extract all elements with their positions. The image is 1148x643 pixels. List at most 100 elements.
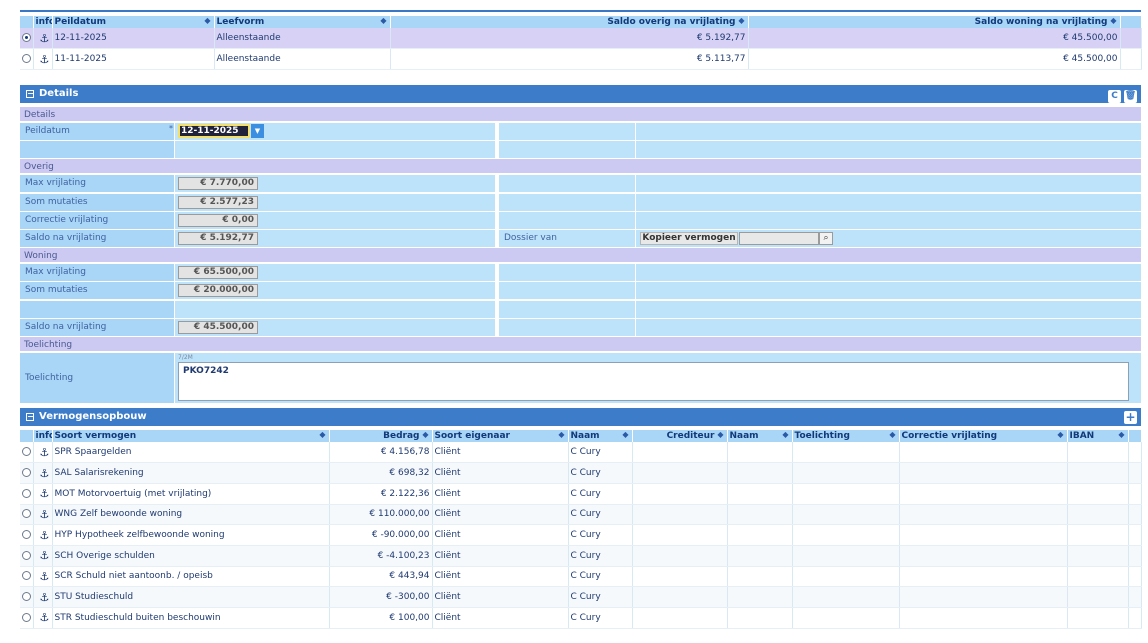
row-select-cell[interactable] bbox=[20, 586, 34, 608]
col-crediteur[interactable]: Crediteur ◆ bbox=[632, 430, 728, 442]
sort-icon[interactable]: ◆ bbox=[782, 430, 788, 439]
sort-icon[interactable]: ◆ bbox=[717, 430, 723, 439]
anchor-icon[interactable]: ⚓ bbox=[40, 446, 50, 459]
table-row[interactable]: ⚓ 11-11-2025 Alleenstaande € 5.113,77 € … bbox=[20, 48, 1142, 70]
row-select-cell[interactable] bbox=[20, 504, 34, 526]
spacer-cell bbox=[1128, 566, 1142, 588]
col-saldo-woning[interactable]: Saldo woning na vrijlating ◆ bbox=[748, 16, 1121, 28]
anchor-icon[interactable]: ⚓ bbox=[40, 32, 50, 45]
anchor-icon[interactable]: ⚓ bbox=[40, 529, 50, 542]
row-radio[interactable] bbox=[22, 550, 31, 560]
row-select-cell[interactable] bbox=[20, 442, 34, 464]
table-row[interactable]: ⚓ STR Studieschuld buiten beschouwin € 1… bbox=[20, 607, 1142, 629]
col-bedrag[interactable]: Bedrag ◆ bbox=[329, 430, 433, 442]
saldo-woning-cell: € 45.500,00 bbox=[748, 48, 1121, 70]
table-row[interactable]: ⚓ SCR Schuld niet aantoonb. / opeisb € 4… bbox=[20, 566, 1142, 588]
info-cell[interactable]: ⚓ bbox=[33, 48, 53, 70]
row-select-cell[interactable] bbox=[20, 462, 34, 484]
sort-icon[interactable]: ◆ bbox=[1057, 430, 1063, 439]
col-crediteur-naam[interactable]: Naam ◆ bbox=[727, 430, 793, 442]
row-select-cell[interactable] bbox=[20, 28, 34, 50]
info-cell[interactable]: ⚓ bbox=[33, 504, 53, 526]
info-cell[interactable]: ⚓ bbox=[33, 586, 53, 608]
collapse-icon[interactable]: − bbox=[26, 90, 34, 98]
info-cell[interactable]: ⚓ bbox=[33, 462, 53, 484]
table-row[interactable]: ⚓ 12-11-2025 Alleenstaande € 5.192,77 € … bbox=[20, 28, 1142, 50]
col-naam[interactable]: Naam ◆ bbox=[568, 430, 633, 442]
info-cell[interactable]: ⚓ bbox=[33, 524, 53, 546]
anchor-icon[interactable]: ⚓ bbox=[40, 570, 50, 583]
row-radio[interactable] bbox=[22, 447, 31, 457]
row-radio[interactable] bbox=[22, 571, 31, 581]
row-radio[interactable] bbox=[22, 488, 31, 498]
table-row[interactable]: ⚓ MOT Motorvoertuig (met vrijlating) € 2… bbox=[20, 483, 1142, 505]
info-cell[interactable]: ⚓ bbox=[33, 442, 53, 464]
row-radio[interactable] bbox=[22, 33, 31, 43]
dossier-search-input[interactable] bbox=[739, 231, 819, 245]
add-icon[interactable]: + bbox=[1124, 411, 1137, 424]
toelichting-textarea[interactable]: PKO7242 bbox=[178, 361, 1129, 401]
details-section-header[interactable]: − Details C 🗑 bbox=[20, 85, 1141, 103]
sort-icon[interactable]: ◆ bbox=[738, 16, 744, 25]
col-saldo-overig[interactable]: Saldo overig na vrijlating ◆ bbox=[390, 16, 749, 28]
collapse-icon[interactable]: − bbox=[26, 413, 34, 421]
refresh-icon[interactable]: C bbox=[1108, 90, 1121, 103]
table-row[interactable]: ⚓ WNG Zelf bewoonde woning € 110.000,00 … bbox=[20, 504, 1142, 526]
row-select-cell[interactable] bbox=[20, 48, 34, 70]
sort-icon[interactable]: ◆ bbox=[889, 430, 895, 439]
row-select-cell[interactable] bbox=[20, 524, 34, 546]
search-icon[interactable]: ⌕ bbox=[819, 231, 833, 245]
info-cell[interactable]: ⚓ bbox=[33, 483, 53, 505]
col-soort-vermogen[interactable]: Soort vermogen ◆ bbox=[52, 430, 330, 442]
table-row[interactable]: ⚓ STU Studieschuld € -300,00 Cliënt C Cu… bbox=[20, 586, 1142, 608]
anchor-icon[interactable]: ⚓ bbox=[40, 467, 50, 480]
trash-icon[interactable]: 🗑 bbox=[1124, 90, 1137, 103]
sort-icon[interactable]: ◆ bbox=[422, 430, 428, 439]
col-correctie-vrijlating[interactable]: Correctie vrijlating ◆ bbox=[899, 430, 1068, 442]
anchor-icon[interactable]: ⚓ bbox=[40, 611, 50, 624]
col-toelichting[interactable]: Toelichting ◆ bbox=[792, 430, 900, 442]
col-iban[interactable]: IBAN ◆ bbox=[1067, 430, 1129, 442]
row-select-cell[interactable] bbox=[20, 566, 34, 588]
chevron-down-icon[interactable]: ▼ bbox=[251, 124, 264, 138]
anchor-icon[interactable]: ⚓ bbox=[40, 487, 50, 500]
kopieer-vermogen-button[interactable]: Kopieer vermogen bbox=[640, 231, 738, 245]
sort-icon[interactable]: ◆ bbox=[1118, 430, 1124, 439]
sort-icon[interactable]: ◆ bbox=[204, 16, 210, 25]
row-radio[interactable] bbox=[22, 592, 31, 602]
table-row[interactable]: ⚓ SAL Salarisrekening € 698,32 Cliënt C … bbox=[20, 462, 1142, 484]
sort-icon[interactable]: ◆ bbox=[622, 430, 628, 439]
row-radio[interactable] bbox=[22, 530, 31, 540]
anchor-icon[interactable]: ⚓ bbox=[40, 549, 50, 562]
info-cell[interactable]: ⚓ bbox=[33, 28, 53, 50]
col-label: Bedrag bbox=[383, 431, 420, 441]
crediteur-cell bbox=[632, 462, 728, 484]
row-radio[interactable] bbox=[22, 612, 31, 622]
row-select-cell[interactable] bbox=[20, 545, 34, 567]
info-cell[interactable]: ⚓ bbox=[33, 545, 53, 567]
row-radio[interactable] bbox=[22, 54, 31, 64]
sort-icon[interactable]: ◆ bbox=[319, 430, 325, 439]
col-soort-eigenaar[interactable]: Soort eigenaar ◆ bbox=[432, 430, 569, 442]
sort-icon[interactable]: ◆ bbox=[380, 16, 386, 25]
vermogensopbouw-section-header[interactable]: − Vermogensopbouw + bbox=[20, 408, 1141, 426]
field-value: * 12-11-2025 ▼ bbox=[169, 123, 495, 140]
sort-icon[interactable]: ◆ bbox=[558, 430, 564, 439]
row-select-cell[interactable] bbox=[20, 483, 34, 505]
row-radio[interactable] bbox=[22, 509, 31, 519]
row-radio[interactable] bbox=[22, 468, 31, 478]
info-cell[interactable]: ⚓ bbox=[33, 607, 53, 629]
info-cell[interactable]: ⚓ bbox=[33, 566, 53, 588]
col-peildatum[interactable]: Peildatum ◆ bbox=[52, 16, 215, 28]
sort-icon[interactable]: ◆ bbox=[1110, 16, 1116, 25]
table-row[interactable]: ⚓ HYP Hypotheek zelfbewoonde woning € -9… bbox=[20, 524, 1142, 546]
anchor-icon[interactable]: ⚓ bbox=[40, 591, 50, 604]
row-select-cell[interactable] bbox=[20, 607, 34, 629]
col-leefvorm-label: Leefvorm bbox=[216, 17, 265, 27]
table-row[interactable]: ⚓ SCH Overige schulden € -4.100,23 Cliën… bbox=[20, 545, 1142, 567]
peildatum-input[interactable]: 12-11-2025 bbox=[178, 124, 250, 138]
table-row[interactable]: ⚓ SPR Spaargelden € 4.156,78 Cliënt C Cu… bbox=[20, 442, 1142, 464]
col-leefvorm[interactable]: Leefvorm ◆ bbox=[214, 16, 391, 28]
anchor-icon[interactable]: ⚓ bbox=[40, 508, 50, 521]
anchor-icon[interactable]: ⚓ bbox=[40, 53, 50, 66]
